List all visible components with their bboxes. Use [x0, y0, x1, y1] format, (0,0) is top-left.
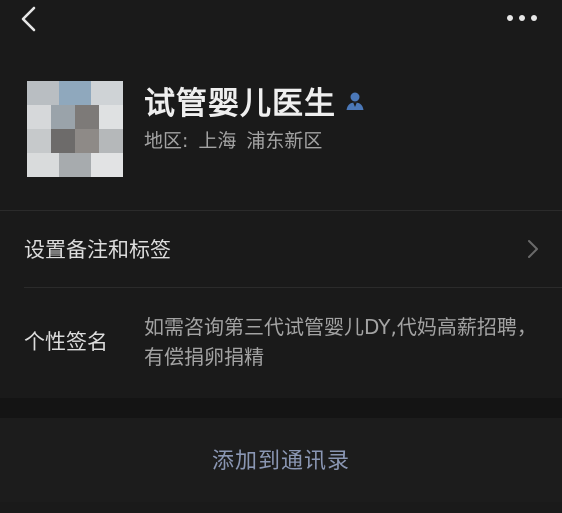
region-city: 上海 [198, 130, 237, 152]
region-info: 地区: 上海 浦东新区 [144, 126, 322, 153]
signature-row: 个性签名 如需咨询第三代试管婴儿DY,代妈高薪招聘，有偿捐卵捐精 [0, 290, 562, 398]
signature-text: 如需咨询第三代试管婴儿DY,代妈高薪招聘，有偿捐卵捐精 [144, 315, 537, 369]
avatar[interactable] [27, 81, 123, 177]
user-badge-icon [346, 92, 364, 110]
profile-header: 试管婴儿医生 地区: 上海 浦东新区 [0, 60, 562, 210]
top-bar [0, 0, 562, 50]
divider [0, 210, 562, 211]
add-to-contacts-label: 添加到通讯录 [211, 449, 350, 474]
more-button[interactable] [506, 8, 538, 28]
remark-label: 设置备注和标签 [24, 238, 171, 262]
chevron-right-icon [528, 240, 538, 258]
name-row: 试管婴儿医生 [144, 78, 366, 123]
section-gap [0, 398, 562, 418]
signature-label: 个性签名 [24, 330, 108, 354]
set-remark-and-tags-row[interactable]: 设置备注和标签 [0, 214, 562, 284]
more-dots-icon [507, 15, 537, 21]
add-to-contacts-button[interactable]: 添加到通讯录 [0, 418, 562, 502]
region-label: 地区: [144, 130, 189, 152]
back-button[interactable] [14, 4, 44, 34]
region-district: 浦东新区 [246, 130, 323, 152]
chevron-left-icon [21, 6, 36, 32]
contact-profile-screen: 试管婴儿医生 地区: 上海 浦东新区 设置备注和标签 个性签名 如需咨询第三代试… [0, 0, 562, 513]
contact-name: 试管婴儿医生 [144, 86, 336, 122]
divider [24, 287, 562, 288]
